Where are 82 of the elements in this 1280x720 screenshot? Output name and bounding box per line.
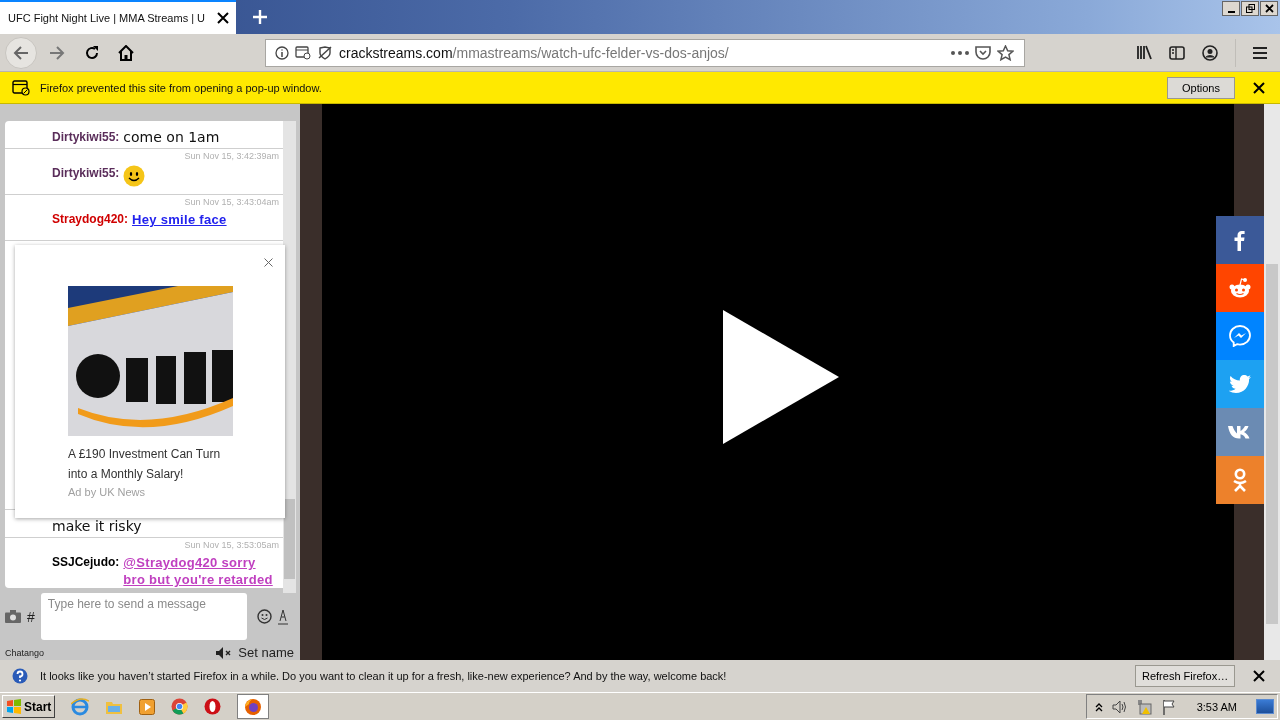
chatango-link[interactable]: Chatango: [5, 647, 211, 658]
account-icon[interactable]: [1202, 44, 1218, 61]
chat-username: SSJCejudo:: [52, 554, 120, 571]
help-icon: [12, 668, 28, 684]
restore-button[interactable]: [1241, 1, 1259, 16]
message-time: Sun Nov 15, 3:42:39am: [184, 151, 279, 161]
firefox-taskbar-button[interactable]: [237, 694, 270, 719]
video-player[interactable]: [322, 104, 1234, 660]
minimize-button[interactable]: [1222, 1, 1240, 16]
chat-link[interactable]: @Straydog420 sorry bro but you're retarded: [123, 554, 279, 588]
speaker-icon[interactable]: [1111, 699, 1128, 714]
sidebar-icon[interactable]: [1169, 45, 1185, 60]
restore-icon: [1245, 4, 1255, 13]
chrome-icon[interactable]: [171, 698, 189, 715]
reddit-icon: [1228, 277, 1252, 299]
messenger-share-button[interactable]: [1216, 312, 1264, 360]
smiley-icon[interactable]: [256, 609, 272, 624]
facebook-share-button[interactable]: [1216, 216, 1264, 264]
hashtag-button[interactable]: #: [27, 608, 35, 625]
vk-icon: [1228, 425, 1252, 439]
star-icon[interactable]: [997, 44, 1014, 61]
odnoklassniki-share-button[interactable]: [1216, 456, 1264, 504]
options-button[interactable]: Options: [1167, 76, 1235, 99]
blocked-popup-icon[interactable]: [295, 45, 311, 60]
show-hidden-icon[interactable]: [1094, 701, 1103, 712]
menu-icon[interactable]: [1253, 46, 1267, 59]
camera-icon[interactable]: [5, 610, 21, 623]
new-tab-icon[interactable]: [252, 9, 268, 25]
back-arrow-icon: [12, 44, 30, 61]
windows-logo-icon: [6, 699, 22, 714]
info-icon[interactable]: [275, 45, 289, 60]
play-icon[interactable]: [723, 310, 839, 444]
blocked-popup-icon: [12, 79, 30, 96]
chat-username: Straydog420:: [52, 211, 129, 228]
twitter-icon: [1229, 375, 1251, 393]
reload-icon[interactable]: [84, 44, 100, 61]
set-name-link[interactable]: Set name: [238, 645, 294, 660]
page-scrollbar[interactable]: [1264, 104, 1280, 660]
network-warning-icon[interactable]: [1136, 698, 1153, 715]
browser-tab[interactable]: UFC Fight Night Live | MMA Streams | U: [0, 0, 236, 34]
smiley-icon: [123, 165, 146, 187]
back-button[interactable]: [5, 36, 37, 69]
address-bar[interactable]: crackstreams.com/mmastreams/watch-ufc-felder-vs-dos-anjos/: [265, 38, 1025, 67]
chat-username: Dirtykiwi55:: [52, 165, 120, 182]
close-button[interactable]: [1260, 1, 1278, 16]
ad-headline[interactable]: A £190 Investment Can Turn into a Monthly Salary!: [68, 444, 238, 484]
message-time: Sun Nov 15, 3:43:04am: [184, 197, 279, 207]
chat-username: Dirtykiwi55:: [52, 128, 120, 146]
mute-icon[interactable]: [216, 646, 233, 659]
media-player-icon[interactable]: [139, 698, 156, 715]
close-icon[interactable]: [1253, 81, 1265, 94]
vk-share-button[interactable]: [1216, 408, 1264, 456]
refresh-firefox-button[interactable]: Refresh Firefox…: [1135, 665, 1235, 687]
flag-icon[interactable]: [1161, 698, 1176, 715]
home-icon[interactable]: [118, 44, 134, 61]
opera-icon[interactable]: [204, 698, 222, 715]
ad-source: Ad by UK News: [68, 486, 147, 498]
clock[interactable]: 3:53 AM: [1196, 700, 1237, 713]
messenger-icon: [1229, 325, 1251, 347]
close-icon: [1264, 4, 1274, 13]
twitter-share-button[interactable]: [1216, 360, 1264, 408]
more-icon[interactable]: [951, 50, 969, 55]
chat-message: make it risky: [52, 517, 142, 535]
refresh-message: It looks like you haven’t started Firefox in a while. Do you want to clean it up for a fresh, like-new experience? And by the way, welcome back!: [40, 670, 728, 682]
chat-scrollbar[interactable]: [283, 121, 296, 593]
message-input[interactable]: Type here to send a message: [40, 593, 247, 640]
close-icon[interactable]: [1253, 670, 1265, 682]
close-icon[interactable]: [217, 12, 229, 24]
minimize-icon: [1227, 11, 1235, 13]
library-icon[interactable]: [1136, 45, 1152, 60]
odnoklassniki-icon: [1232, 468, 1248, 492]
pocket-icon[interactable]: [975, 44, 991, 61]
popup-blocked-message: Firefox prevented this site from opening a pop-up window.: [40, 81, 323, 94]
chat-link[interactable]: Hey smile face: [132, 211, 279, 228]
start-button[interactable]: Start: [2, 695, 56, 718]
chat-message: come on 1am: [123, 128, 220, 146]
text-style-icon[interactable]: [277, 608, 288, 625]
tracking-shield-icon[interactable]: [317, 45, 333, 60]
reddit-share-button[interactable]: [1216, 264, 1264, 312]
forward-icon[interactable]: [48, 44, 66, 61]
message-time: Sun Nov 15, 3:53:05am: [184, 540, 279, 550]
firefox-icon: [244, 697, 263, 716]
